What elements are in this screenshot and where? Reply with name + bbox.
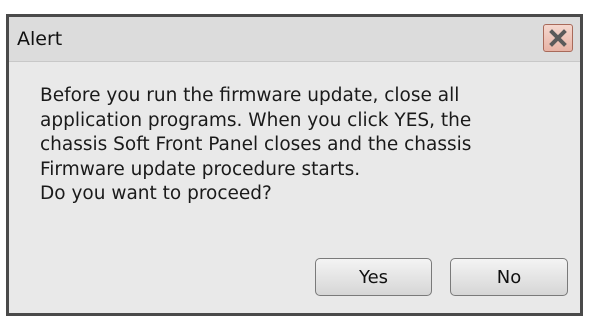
close-x-icon [549, 29, 567, 47]
alert-dialog: Alert Before you run the firmware update… [6, 14, 583, 316]
alert-message: Before you run the firmware update, clos… [40, 85, 472, 204]
dialog-title: Alert [17, 28, 63, 50]
close-button[interactable] [543, 24, 573, 52]
yes-button[interactable]: Yes [315, 258, 432, 296]
no-button[interactable]: No [450, 258, 568, 296]
dialog-titlebar[interactable]: Alert [9, 17, 580, 62]
